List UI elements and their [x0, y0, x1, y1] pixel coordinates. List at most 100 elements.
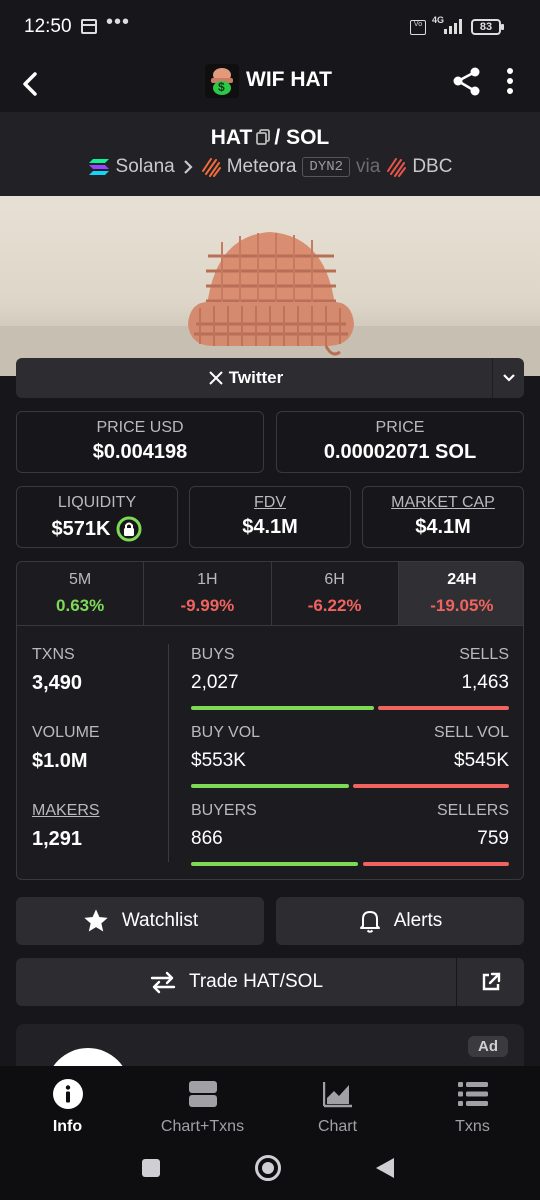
- volume-metric: VOLUME $1.0M: [32, 724, 162, 802]
- liquidity-box: LIQUIDITY $571K: [16, 486, 178, 548]
- share-icon: [453, 67, 480, 96]
- token-logo-glyph: $: [218, 80, 225, 94]
- buyers-label: BUYERS: [191, 802, 257, 819]
- sell-vol-label: SELL VOL: [433, 724, 509, 741]
- tab-5m[interactable]: 5M 0.63%: [17, 562, 145, 625]
- buy-vol-value: $553K: [191, 750, 246, 771]
- sellers-value: 759: [477, 828, 509, 849]
- buys-value: 2,027: [191, 672, 239, 693]
- nav-txns[interactable]: Txns: [405, 1066, 540, 1148]
- share-button[interactable]: [450, 64, 484, 98]
- pair-name: HAT / SOL: [0, 126, 540, 150]
- chevron-right-icon: [183, 160, 193, 174]
- dbc-icon: [387, 158, 407, 177]
- meteora-icon: [201, 158, 221, 177]
- tab-change: -19.05%: [430, 596, 494, 615]
- nav-label: Info: [52, 1118, 83, 1135]
- liquidity-value: $571K: [51, 517, 111, 540]
- ad-badge: Ad: [468, 1036, 508, 1057]
- socials-dropdown-button[interactable]: [494, 358, 524, 398]
- buyers-bar: [191, 862, 359, 866]
- back-button[interactable]: [14, 62, 48, 106]
- tab-label: 24H: [447, 571, 477, 588]
- status-time: 12:50: [24, 16, 72, 37]
- x-logo-icon: [209, 371, 223, 385]
- tab-6h[interactable]: 6H -6.22%: [272, 562, 399, 625]
- sellers-bar: [362, 862, 509, 866]
- network-type: 4G: [432, 15, 445, 25]
- trade-button[interactable]: Trade HAT/SOL: [16, 958, 456, 1006]
- swap-arrows-icon: [150, 971, 176, 994]
- nav-chart-txns[interactable]: Chart+Txns: [135, 1066, 270, 1148]
- breakdown-column: BUYS SELLS 2,027 1,463 BUY VOL SELL VOL …: [191, 646, 509, 879]
- buys-label: BUYS: [191, 646, 235, 663]
- nav-info[interactable]: Info: [0, 1066, 135, 1148]
- back-nav-button[interactable]: [374, 1157, 396, 1179]
- copy-icon[interactable]: [256, 127, 271, 145]
- sell-vol-bar: [353, 784, 509, 788]
- chain-link[interactable]: Solana: [116, 156, 175, 178]
- makers-label: MAKERS: [32, 802, 100, 819]
- volume-value: $1.0M: [32, 750, 88, 772]
- price-usd-box: PRICE USD $0.004198: [16, 411, 264, 473]
- stats-panel: 5M 0.63% 1H -9.99% 6H -6.22% 24H -19.05%…: [16, 561, 524, 880]
- txns-value: 3,490: [32, 672, 83, 694]
- tab-1h[interactable]: 1H -9.99%: [144, 562, 272, 625]
- nav-chart[interactable]: Chart: [270, 1066, 405, 1148]
- token-banner-image: [0, 196, 540, 376]
- fdv-label: FDV: [254, 494, 286, 511]
- sells-bar: [377, 706, 509, 710]
- launchpad-link[interactable]: DBC: [412, 156, 452, 178]
- tab-change: -6.22%: [307, 596, 362, 615]
- nav-label: Chart: [317, 1118, 358, 1135]
- open-external-button[interactable]: [457, 958, 524, 1006]
- divider: [492, 358, 493, 398]
- kebab-menu-icon: [507, 68, 513, 94]
- sells-label: SELLS: [459, 646, 509, 663]
- tab-label: 1H: [197, 571, 218, 588]
- makers-metric[interactable]: MAKERS 1,291: [32, 802, 162, 879]
- tab-label: 6H: [324, 571, 345, 588]
- list-icon: [457, 1082, 488, 1106]
- tab-label: 5M: [69, 571, 92, 588]
- alerts-button[interactable]: Alerts: [276, 897, 524, 945]
- bell-icon: [359, 911, 380, 933]
- timeframe-tabs: 5M 0.63% 1H -9.99% 6H -6.22% 24H -19.05%: [17, 562, 523, 626]
- market-cap-box[interactable]: MARKET CAP $4.1M: [362, 486, 524, 548]
- fdv-value: $4.1M: [242, 516, 298, 538]
- buyers-sellers-row: BUYERS SELLERS 866 759: [191, 802, 509, 879]
- dex-version-badge: DYN2: [302, 157, 351, 177]
- dex-link[interactable]: Meteora: [227, 156, 297, 178]
- lock-icon[interactable]: [116, 516, 142, 542]
- app-header: $ WIF HAT: [0, 56, 540, 112]
- twitter-button[interactable]: Twitter: [16, 358, 476, 398]
- fdv-box[interactable]: FDV $4.1M: [189, 486, 351, 548]
- nav-label: Txns: [455, 1118, 490, 1135]
- buyers-value: 866: [191, 828, 223, 849]
- trade-label: Trade HAT/SOL: [188, 971, 324, 992]
- buys-sells-row: BUYS SELLS 2,027 1,463: [191, 646, 509, 724]
- txns-metric: TXNS 3,490: [32, 646, 162, 724]
- battery-icon: 83: [471, 19, 504, 35]
- tab-change: -9.99%: [180, 596, 235, 615]
- price-usd-value: $0.004198: [92, 441, 188, 463]
- split-view-icon: [188, 1081, 217, 1107]
- sellers-label: SELLERS: [436, 802, 509, 819]
- divider: [168, 644, 169, 862]
- status-bar: 12:50 ••• Vo 4G 83: [0, 0, 540, 56]
- price-usd-label: PRICE USD: [96, 419, 184, 436]
- watchlist-button[interactable]: Watchlist: [16, 897, 264, 945]
- solana-icon: [88, 159, 109, 175]
- page-title: WIF HAT: [246, 68, 332, 91]
- more-menu-button[interactable]: [500, 64, 520, 98]
- tab-change: 0.63%: [56, 596, 105, 615]
- tab-24h[interactable]: 24H -19.05%: [398, 562, 523, 625]
- recents-button[interactable]: [141, 1158, 161, 1178]
- makers-value: 1,291: [32, 828, 83, 850]
- info-icon: [52, 1079, 83, 1109]
- buy-vol-label: BUY VOL: [191, 724, 261, 741]
- price-native-label: PRICE: [375, 419, 425, 436]
- chart-icon: [322, 1082, 352, 1108]
- home-button[interactable]: [254, 1154, 282, 1182]
- summary-column: TXNS 3,490 VOLUME $1.0M MAKERS 1,291: [32, 646, 162, 879]
